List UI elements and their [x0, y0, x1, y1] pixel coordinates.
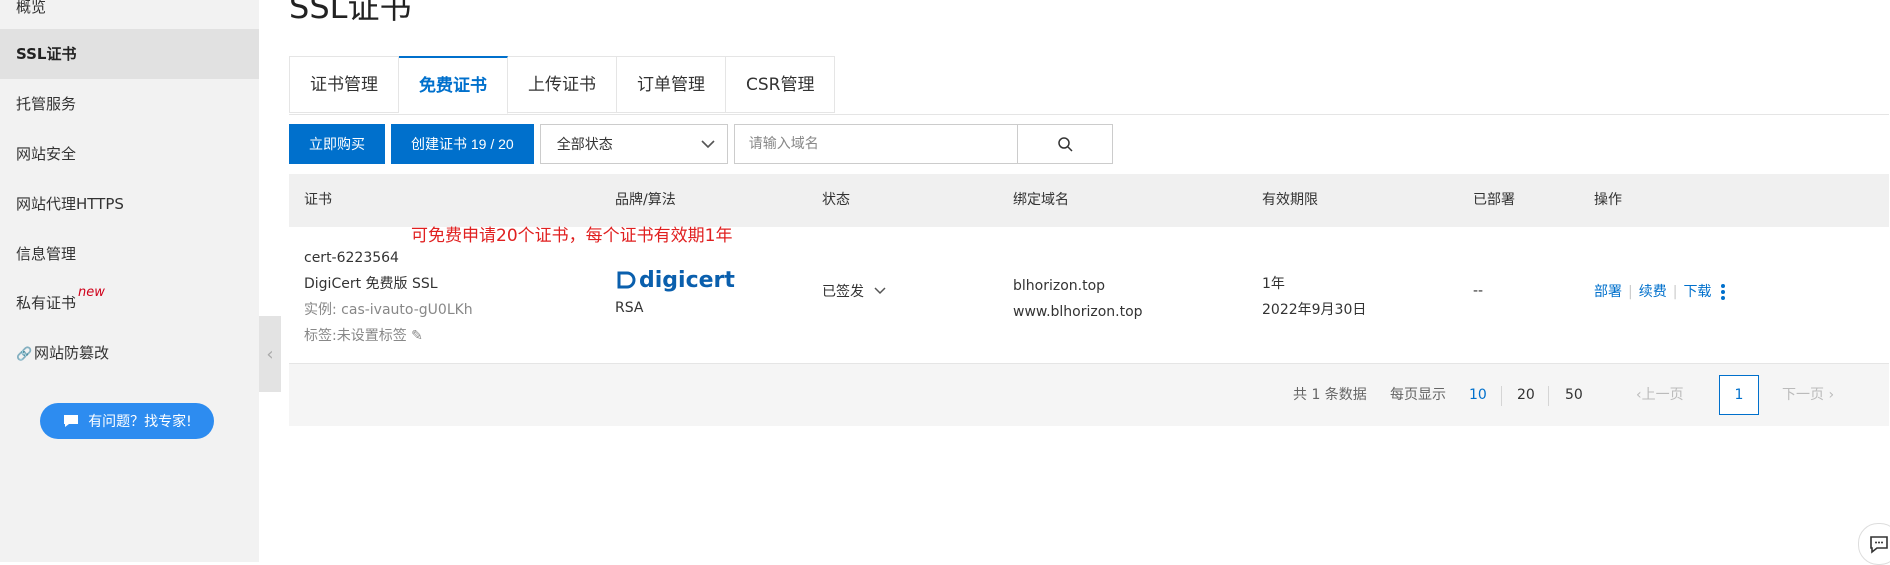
chat-bubble-icon [64, 415, 79, 427]
sidebar-item-label: 网站防篡改 [34, 344, 110, 362]
edit-icon: ✎ [411, 328, 423, 344]
validity-duration: 1年 [1262, 276, 1285, 292]
tab-order-management[interactable]: 订单管理 [617, 56, 726, 113]
col-header-brand: 品牌/算法 [615, 192, 676, 208]
tab-upload-cert[interactable]: 上传证书 [508, 56, 617, 113]
sidebar-item-site-security[interactable]: 网站安全 [0, 129, 259, 179]
status-cell: 已签发 [822, 281, 886, 301]
more-actions-icon[interactable] [1721, 284, 1726, 300]
cert-instance: 实例: cas-ivauto-gU0LKh [304, 302, 473, 318]
cert-tag: 标签:未设置标签 [304, 328, 407, 344]
prev-page-button[interactable]: ‹上一页 [1636, 364, 1684, 426]
tab-bar: 证书管理 免费证书 上传证书 订单管理 CSR管理 [289, 56, 1889, 115]
free-cert-note: 可免费申请20个证书，每个证书有效期1年 [411, 226, 733, 246]
sidebar-item-info-mgmt[interactable]: 信息管理 [0, 229, 259, 279]
sidebar-item-ssl[interactable]: SSL证书 [0, 29, 259, 79]
brand-cell: digicert RSA [615, 265, 735, 321]
status-filter-select[interactable]: 全部状态 [539, 124, 728, 164]
page-size-50[interactable]: 50 [1565, 364, 1583, 426]
sidebar-item-proxy-https[interactable]: 网站代理HTTPS [0, 179, 259, 229]
domain-secondary: www.blhorizon.top [1013, 304, 1143, 320]
page-size-20[interactable]: 20 [1517, 364, 1535, 426]
download-link[interactable]: 下载 [1683, 284, 1711, 300]
deployed-cell: -- [1473, 283, 1484, 299]
sidebar-item-label: SSL证书 [16, 45, 77, 63]
cert-table: 证书 品牌/算法 状态 绑定域名 有效期限 已部署 操作 cert-622356… [289, 174, 1889, 426]
table-row: cert-6223564 DigiCert 免费版 SSL 实例: cas-iv… [289, 227, 1889, 364]
search-button[interactable] [1017, 124, 1113, 164]
domain-primary: blhorizon.top [1013, 278, 1106, 294]
divider: | [1628, 284, 1633, 300]
sidebar-item-overview[interactable]: 概览 [0, 0, 259, 32]
digicert-mark-icon [617, 271, 636, 289]
sidebar-item-private-cert[interactable]: 私有证书new [0, 278, 259, 328]
status-label: 已签发 [822, 284, 864, 300]
col-header-domain: 绑定域名 [1013, 192, 1069, 208]
page-number-current[interactable]: 1 [1719, 375, 1759, 415]
page-title: SSL证书 [289, 0, 412, 26]
tab-cert-management[interactable]: 证书管理 [289, 56, 399, 113]
next-page-button[interactable]: 下一页 › [1782, 364, 1834, 426]
buy-now-button[interactable]: 立即购买 [289, 124, 385, 164]
ask-expert-label: 有问题？找专家! [88, 414, 192, 430]
domain-search-input[interactable] [733, 124, 1018, 164]
cert-id: cert-6223564 [304, 250, 399, 266]
col-header-cert: 证书 [304, 192, 332, 208]
chevron-left-icon: ‹ [266, 343, 274, 365]
toolbar: 立即购买 创建证书 19 / 20 全部状态 [289, 124, 1113, 164]
sidebar: 概览 SSL证书 托管服务 网站安全 网站代理HTTPS 信息管理 私有证书ne… [0, 0, 259, 562]
page-size-10[interactable]: 10 [1469, 364, 1487, 426]
col-header-deployed: 已部署 [1473, 192, 1515, 208]
status-filter-value: 全部状态 [556, 137, 613, 153]
table-header: 证书 品牌/算法 状态 绑定域名 有效期限 已部署 操作 [289, 174, 1889, 227]
sidebar-item-hosting[interactable]: 托管服务 [0, 79, 259, 129]
tab-csr-management[interactable]: CSR管理 [726, 56, 836, 113]
actions-cell: 部署 | 续费 | 下载 [1594, 281, 1726, 301]
search-icon [1057, 137, 1073, 152]
divider: | [1672, 284, 1678, 300]
prev-page-label: 上一页 [1641, 387, 1684, 403]
divider [1501, 386, 1502, 406]
create-cert-button[interactable]: 创建证书 19 / 20 [391, 124, 534, 164]
sidebar-item-label: 托管服务 [16, 95, 77, 113]
cert-tag-row[interactable]: 标签:未设置标签 ✎ [304, 323, 473, 349]
ask-expert-button[interactable]: 有问题？找专家! [40, 403, 214, 439]
sidebar-item-label: 概览 [16, 0, 47, 16]
chevron-down-icon [701, 140, 715, 149]
expiry-date: 2022年9月30日 [1262, 302, 1367, 318]
new-badge: new [78, 285, 105, 300]
total-count: 共 1 条数据 [1293, 387, 1367, 403]
divider [1548, 386, 1549, 406]
cert-name: DigiCert 免费版 SSL [304, 276, 438, 292]
col-header-status: 状态 [822, 192, 850, 208]
cert-cell: cert-6223564 DigiCert 免费版 SSL 实例: cas-iv… [304, 245, 473, 349]
digicert-logo: digicert [615, 265, 735, 295]
domain-cell: blhorizon.top www.blhorizon.top [1013, 273, 1143, 325]
sidebar-item-label: 信息管理 [16, 245, 77, 263]
chevron-right-icon: › [1828, 387, 1835, 403]
search-box [733, 124, 1113, 164]
renew-link[interactable]: 续费 [1639, 284, 1667, 300]
deploy-link[interactable]: 部署 [1594, 284, 1622, 300]
chat-bubble-icon [1870, 536, 1888, 554]
page-size-label: 每页显示 [1390, 387, 1446, 403]
col-header-validity: 有效期限 [1262, 192, 1318, 208]
chevron-down-icon [874, 287, 886, 295]
validity-cell: 1年 2022年9月30日 [1262, 271, 1366, 323]
algorithm: RSA [615, 300, 644, 316]
brand-name: digicert [639, 267, 735, 293]
link-icon: 🔗 [16, 347, 33, 362]
col-header-actions: 操作 [1594, 192, 1622, 208]
sidebar-item-label: 网站代理HTTPS [16, 195, 124, 213]
sidebar-item-label: 网站安全 [16, 145, 77, 163]
status-dropdown[interactable]: 已签发 [822, 281, 886, 301]
tab-free-cert[interactable]: 免费证书 [399, 56, 508, 114]
chat-support-icon[interactable] [1858, 523, 1890, 565]
collapse-sidebar-handle[interactable]: ‹ [259, 316, 281, 392]
pagination: 共 1 条数据 每页显示 10 20 50 ‹上一页 1 下一页 › [289, 364, 1889, 426]
next-page-label: 下一页 [1782, 387, 1824, 403]
sidebar-item-tamper-protect[interactable]: 🔗 网站防篡改 [0, 328, 259, 378]
sidebar-item-label: 私有证书 [16, 294, 77, 312]
